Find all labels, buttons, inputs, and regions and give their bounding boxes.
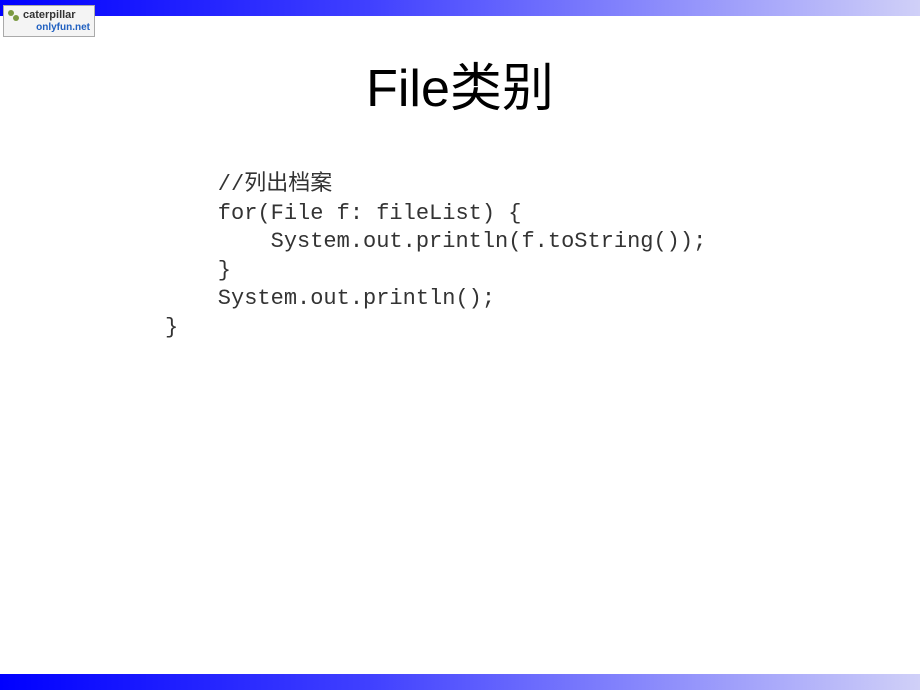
top-gradient-bar bbox=[0, 0, 920, 16]
logo-text-line2: onlyfun.net bbox=[8, 23, 90, 33]
logo-text-line1: caterpillar bbox=[23, 10, 76, 21]
bottom-gradient-bar bbox=[0, 674, 920, 690]
logo-badge: caterpillar onlyfun.net bbox=[3, 5, 95, 37]
logo-top-row: caterpillar bbox=[8, 10, 90, 22]
code-block: //列出档案 for(File f: fileList) { System.ou… bbox=[165, 171, 920, 343]
slide-title: File类别 bbox=[0, 46, 920, 121]
caterpillar-icon bbox=[8, 10, 22, 22]
